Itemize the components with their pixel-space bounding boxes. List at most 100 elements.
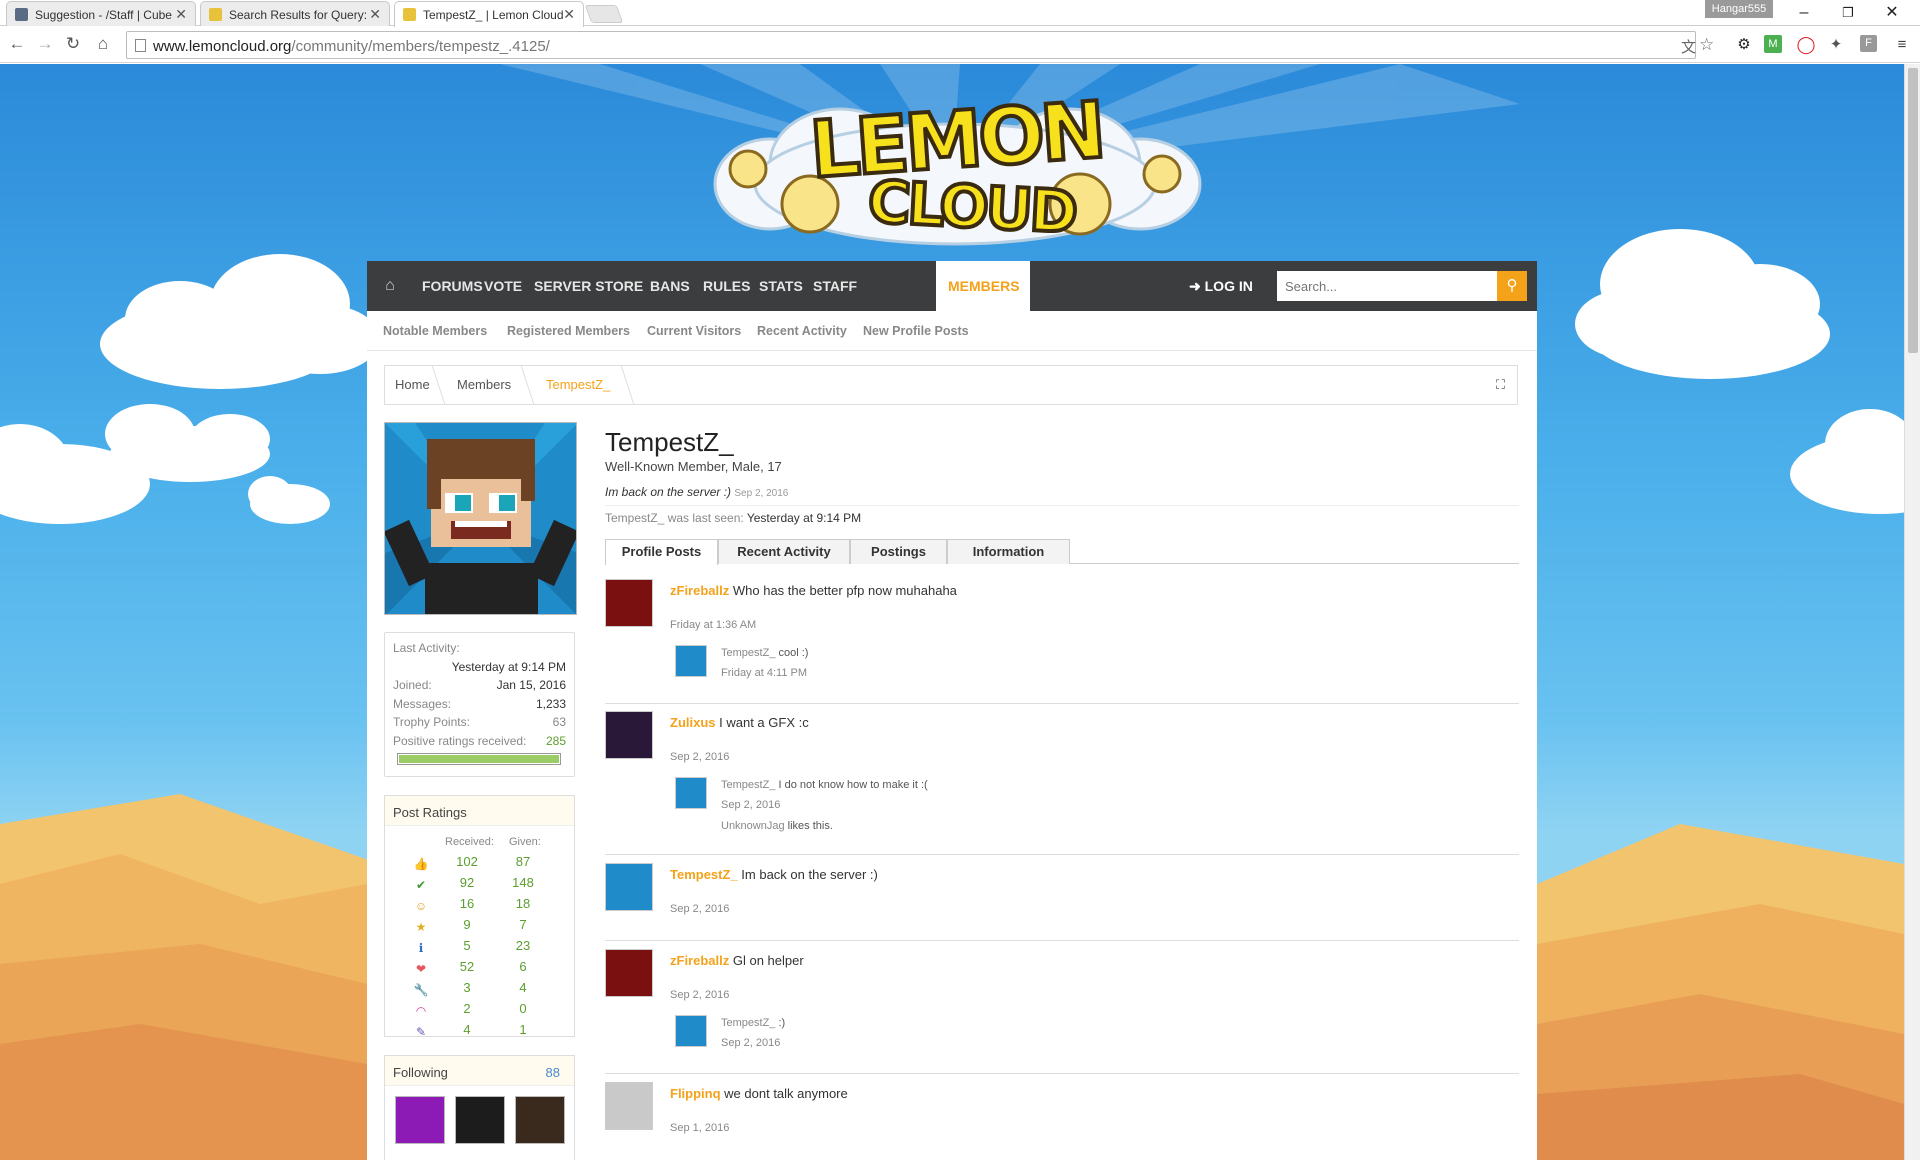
post-author-avatar[interactable] (605, 863, 653, 911)
tab-information[interactable]: Information (947, 539, 1070, 564)
extension-f-icon[interactable]: F (1860, 35, 1877, 52)
nav-staff[interactable]: STAFF (803, 261, 867, 311)
rating-given-count[interactable]: 1 (493, 1022, 553, 1037)
comment-author-avatar[interactable] (675, 645, 707, 677)
rating-given-count[interactable]: 6 (493, 959, 553, 974)
home-icon[interactable]: ⌂ (92, 33, 114, 55)
post-author[interactable]: Zulixus (670, 715, 716, 730)
post-author-avatar[interactable] (605, 711, 653, 759)
rating-received-count[interactable]: 92 (437, 875, 497, 890)
stat-last-activity: Last Activity: (393, 641, 460, 655)
rating-received-count[interactable]: 4 (437, 1022, 497, 1037)
rating-given-count[interactable]: 18 (493, 896, 553, 911)
minimize-icon[interactable]: – (1784, 2, 1824, 24)
rating-given-count[interactable]: 7 (493, 917, 553, 932)
comment-date[interactable]: Sep 2, 2016 (721, 799, 780, 811)
rating-given-count[interactable]: 87 (493, 854, 553, 869)
scrollbar-thumb[interactable] (1908, 68, 1918, 353)
extension-puzzle-icon[interactable]: ✦ (1826, 35, 1846, 55)
subnav-notable-members[interactable]: Notable Members (383, 324, 487, 338)
post-author[interactable]: zFireballz (670, 583, 729, 598)
rating-received-count[interactable]: 5 (437, 938, 497, 953)
comment-author[interactable]: TempestZ_ (721, 647, 775, 659)
tab-profile-posts[interactable]: Profile Posts (605, 539, 718, 565)
following-avatar[interactable] (455, 1096, 505, 1144)
site-logo[interactable]: LEMON CLOUD (700, 74, 1210, 259)
nav-server-store[interactable]: SERVER STORE (524, 261, 653, 311)
comment-author[interactable]: TempestZ_ (721, 1017, 775, 1029)
reload-icon[interactable]: ↻ (62, 33, 84, 55)
subnav-recent-activity[interactable]: Recent Activity (757, 324, 847, 338)
subnav-current-visitors[interactable]: Current Visitors (647, 324, 741, 338)
post-author-avatar[interactable] (605, 949, 653, 997)
tab-recent-activity[interactable]: Recent Activity (718, 539, 850, 564)
browser-menu-icon[interactable]: ≡ (1892, 35, 1912, 55)
sitemap-icon[interactable]: ⛶ (1496, 377, 1505, 393)
browser-tab[interactable]: Suggestion - /Staff | Cube ✕ (6, 1, 196, 26)
post-date[interactable]: Sep 2, 2016 (670, 751, 729, 763)
post-date[interactable]: Friday at 1:36 AM (670, 619, 756, 631)
post-author[interactable]: zFireballz (670, 953, 729, 968)
subnav-registered-members[interactable]: Registered Members (507, 324, 630, 338)
comment-date[interactable]: Sep 2, 2016 (721, 1037, 780, 1049)
restore-icon[interactable]: ❐ (1828, 2, 1868, 24)
post-author[interactable]: TempestZ_ (670, 867, 738, 882)
rating-received-count[interactable]: 16 (437, 896, 497, 911)
browser-tab-active[interactable]: TempestZ_ | Lemon Cloud ✕ (394, 1, 584, 27)
rating-given-count[interactable]: 4 (493, 980, 553, 995)
comment-date[interactable]: Friday at 4:11 PM (721, 667, 807, 679)
post-date[interactable]: Sep 1, 2016 (670, 1122, 729, 1134)
search-input[interactable] (1277, 271, 1497, 301)
following-avatar[interactable] (395, 1096, 445, 1144)
page-scrollbar[interactable] (1904, 64, 1920, 1160)
comment-author-avatar[interactable] (675, 1015, 707, 1047)
post-author-avatar[interactable] (605, 1082, 653, 1130)
search-icon[interactable]: ⚲ (1497, 271, 1527, 301)
following-heading[interactable]: Following 88 (385, 1056, 574, 1086)
nav-members[interactable]: MEMBERS (936, 261, 1030, 311)
following-count[interactable]: 88 (546, 1065, 560, 1080)
rating-given-count[interactable]: 23 (493, 938, 553, 953)
url-text: www.lemoncloud.org/community/members/tem… (153, 38, 550, 55)
rating-given-count[interactable]: 148 (493, 875, 553, 890)
translate-icon[interactable]: 文 (1681, 36, 1696, 57)
breadcrumb-current[interactable]: TempestZ_ (546, 366, 610, 404)
browser-tab[interactable]: Search Results for Query: ✕ (200, 1, 390, 26)
new-tab-button[interactable] (584, 5, 624, 23)
breadcrumb-members[interactable]: Members (457, 366, 511, 404)
extension-m-icon[interactable]: M (1764, 35, 1782, 53)
login-link[interactable]: ➜ LOG IN (1189, 261, 1253, 311)
post-date[interactable]: Sep 2, 2016 (670, 903, 729, 915)
nav-bans[interactable]: BANS (640, 261, 700, 311)
comment-author[interactable]: TempestZ_ (721, 779, 775, 791)
comment-author-avatar[interactable] (675, 777, 707, 809)
close-tab-icon[interactable]: ✕ (563, 6, 575, 23)
liker-name[interactable]: UnknownJag (721, 820, 785, 832)
subnav-new-profile-posts[interactable]: New Profile Posts (863, 324, 969, 338)
post-date[interactable]: Sep 2, 2016 (670, 989, 729, 1001)
status-date[interactable]: Sep 2, 2016 (734, 488, 788, 499)
following-avatar[interactable] (515, 1096, 565, 1144)
rating-received-count[interactable]: 2 (437, 1001, 497, 1016)
rating-given-count[interactable]: 0 (493, 1001, 553, 1016)
rating-received-count[interactable]: 9 (437, 917, 497, 932)
home-nav-icon[interactable]: ⌂ (373, 261, 407, 311)
post-author-avatar[interactable] (605, 579, 653, 627)
settings-gear-icon[interactable]: ⚙ (1734, 35, 1754, 55)
forward-icon[interactable]: → (34, 33, 56, 55)
profile-avatar[interactable] (384, 422, 577, 615)
opera-icon[interactable]: ◯ (1796, 35, 1816, 55)
address-bar[interactable]: www.lemoncloud.org/community/members/tem… (126, 31, 1714, 59)
post-author[interactable]: Flippinq (670, 1086, 721, 1101)
rating-received-count[interactable]: 52 (437, 959, 497, 974)
browser-profile-chip[interactable]: Hangar555 (1705, 0, 1773, 18)
rating-received-count[interactable]: 102 (437, 854, 497, 869)
breadcrumb-separator (507, 366, 535, 404)
close-tab-icon[interactable]: ✕ (175, 6, 187, 23)
rating-received-count[interactable]: 3 (437, 980, 497, 995)
bookmark-star-icon[interactable]: ☆ (1699, 35, 1714, 55)
tab-postings[interactable]: Postings (850, 539, 947, 564)
back-icon[interactable]: ← (6, 33, 28, 55)
close-tab-icon[interactable]: ✕ (369, 6, 381, 23)
close-window-icon[interactable]: ✕ (1872, 2, 1912, 24)
